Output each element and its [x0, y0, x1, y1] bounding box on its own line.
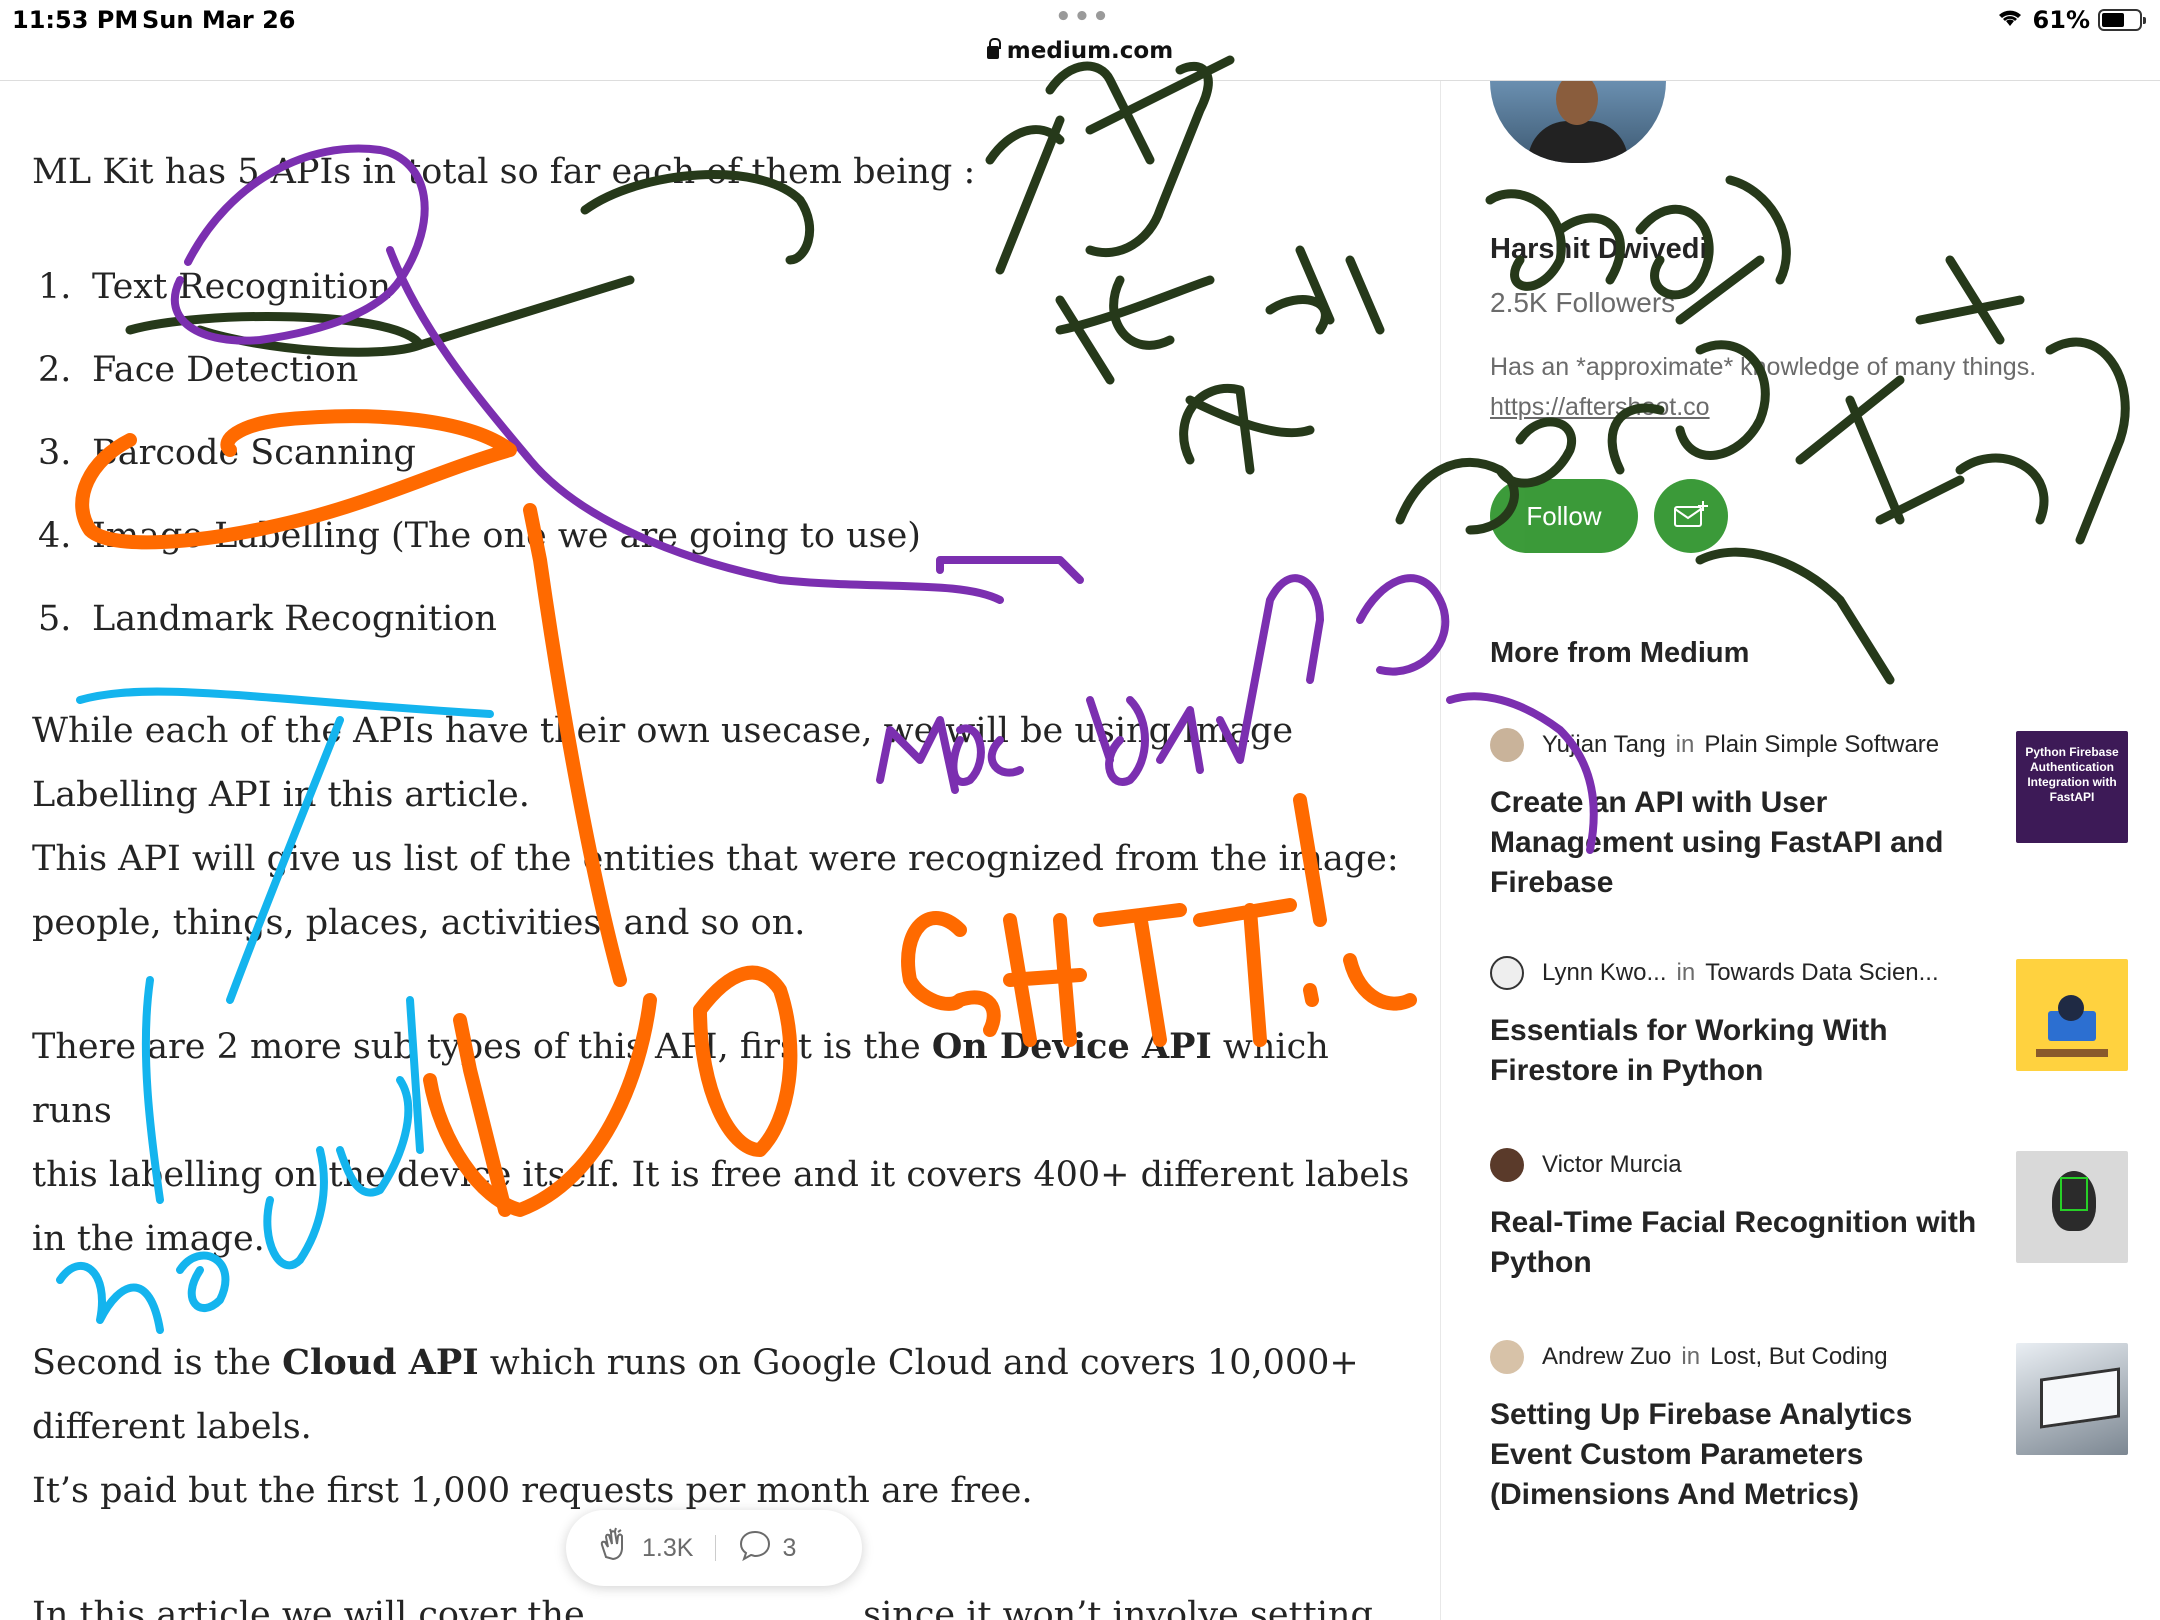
- story-author[interactable]: Victor Murcia: [1542, 1151, 1682, 1179]
- list-item: 2. Face Detection: [32, 329, 1412, 412]
- story-thumbnail[interactable]: Python Firebase Authentication Integrati…: [2016, 731, 2128, 843]
- api-list: 1. Text Recognition 2. Face Detection 3. Ba…: [32, 246, 1412, 661]
- author-name[interactable]: Harshit Dwivedi: [1490, 233, 1708, 266]
- status-time: 11:53 PM: [12, 6, 139, 34]
- status-date: Sun Mar 26: [142, 6, 296, 34]
- paragraph-line: Second is the Cloud API which runs on Go…: [32, 1331, 1412, 1395]
- story-meta: Lynn Kwo... in Towards Data Scien...: [1490, 955, 1939, 991]
- paragraph-line: Labelling API in this article.: [32, 775, 530, 815]
- avatar: [1490, 956, 1524, 990]
- story-thumbnail[interactable]: [2016, 959, 2128, 1071]
- article-body: ML Kit has 5 APIs in total so far each o…: [32, 140, 1412, 1620]
- paragraph-line: different labels.: [32, 1407, 312, 1447]
- avatar: [1490, 728, 1524, 762]
- story-title[interactable]: Setting Up Firebase Analytics Event Cust…: [1490, 1395, 1980, 1515]
- paragraph-line: While each of the APIs have their own us…: [32, 711, 1294, 751]
- story-author[interactable]: Lynn Kwo...: [1542, 959, 1667, 987]
- avatar: [1490, 1340, 1524, 1374]
- story-in: in: [1676, 959, 1696, 986]
- list-number: 5.: [38, 599, 72, 639]
- story-publication[interactable]: Plain Simple Software: [1704, 731, 1939, 759]
- lock-icon: [986, 38, 1001, 59]
- author-bio: Has an *approximate* knowledge of many t…: [1490, 353, 2037, 381]
- paragraph-line: There are 2 more sub types of this API, …: [32, 1015, 1412, 1143]
- list-text: Image Labelling (The one we are going to…: [92, 516, 921, 556]
- url-bar[interactable]: medium.com: [0, 38, 2160, 80]
- story-title[interactable]: Create an API with User Management using…: [1490, 783, 1980, 903]
- battery-icon: [2098, 9, 2146, 31]
- list-text: Barcode Scanning: [92, 433, 416, 473]
- story-title[interactable]: Essentials for Working With Firestore in…: [1490, 1011, 1980, 1091]
- list-number: 2.: [38, 350, 72, 390]
- story-in: in: [1675, 731, 1695, 758]
- author-link[interactable]: https://aftershoot.co: [1490, 393, 1710, 422]
- story-author[interactable]: Yujian Tang: [1542, 731, 1666, 759]
- sidebar-divider: [1440, 81, 1441, 1620]
- follow-button[interactable]: Follow: [1490, 479, 1638, 553]
- article-intro: ML Kit has 5 APIs in total so far each o…: [32, 152, 976, 192]
- text-run: In this article we will cover the: [32, 1595, 596, 1620]
- story-meta: Victor Murcia: [1490, 1147, 1682, 1183]
- url-text: medium.com: [1006, 38, 1174, 64]
- text-run: There are 2 more sub types of this API, …: [32, 1027, 932, 1067]
- follower-count[interactable]: 2.5K Followers: [1490, 287, 1675, 319]
- clap-icon: [596, 1527, 632, 1570]
- text-run: Second is the: [32, 1343, 283, 1383]
- clap-separator: [715, 1535, 717, 1561]
- list-number: 4.: [38, 516, 72, 556]
- list-item: 5. Landmark Recognition: [32, 578, 1412, 661]
- story-publication[interactable]: Lost, But Coding: [1710, 1343, 1887, 1371]
- text-run: since it won’t involve setting: [852, 1595, 1373, 1620]
- list-number: 1.: [38, 267, 72, 307]
- avatar: [1490, 1148, 1524, 1182]
- list-text: Landmark Recognition: [92, 599, 497, 639]
- list-item: 1. Text Recognition: [32, 246, 1412, 329]
- toolbar-divider: [0, 80, 2160, 81]
- author-avatar[interactable]: [1490, 81, 1666, 163]
- responses-button[interactable]: 3: [738, 1528, 796, 1569]
- paragraph-line: This API will give us list of the entiti…: [32, 839, 1399, 879]
- status-right: 61%: [1995, 6, 2146, 34]
- clap-button[interactable]: 1.3K: [596, 1527, 693, 1570]
- paragraph-line: this labelling on the device itself. It …: [32, 1155, 1410, 1195]
- story-publication[interactable]: Towards Data Scien...: [1705, 959, 1938, 987]
- story-in: in: [1681, 1343, 1701, 1370]
- battery-percent: 61%: [2032, 6, 2090, 34]
- bold-term: Cloud API: [282, 1342, 479, 1383]
- story-author[interactable]: Andrew Zuo: [1542, 1343, 1671, 1371]
- multitasking-dots[interactable]: •••: [1055, 2, 1111, 32]
- list-text: Text Recognition: [92, 267, 392, 307]
- comment-icon: [738, 1528, 772, 1569]
- response-count: 3: [782, 1533, 797, 1562]
- thumbnail-text: Python Firebase Authentication Integrati…: [2025, 745, 2119, 804]
- story-meta: Andrew Zuo in Lost, But Coding: [1490, 1339, 1888, 1375]
- subscribe-button[interactable]: [1654, 479, 1728, 553]
- bold-term: On Device API: [931, 1026, 1212, 1067]
- more-from-medium-title: More from Medium: [1490, 637, 1750, 669]
- story-thumbnail[interactable]: [2016, 1343, 2128, 1455]
- list-number: 3.: [38, 433, 72, 473]
- clap-count: 1.3K: [642, 1533, 694, 1562]
- paragraph-line: people, things, places, activities, and …: [32, 903, 806, 943]
- list-item: 4. Image Labelling (The one we are going …: [32, 495, 1412, 578]
- list-item: 3. Barcode Scanning: [32, 412, 1412, 495]
- occluded-text: On Device API: [595, 1595, 852, 1620]
- wifi-icon: [1995, 6, 2025, 34]
- story-thumbnail[interactable]: [2016, 1151, 2128, 1263]
- paragraph-line: In this article we will cover the On Dev…: [32, 1583, 1412, 1620]
- clap-bar: 1.3K 3: [566, 1510, 862, 1586]
- paragraph-line: in the image.: [32, 1219, 265, 1259]
- mail-plus-icon: [1673, 499, 1709, 534]
- story-meta: Yujian Tang in Plain Simple Software: [1490, 727, 1939, 763]
- list-text: Face Detection: [92, 350, 359, 390]
- text-run: which runs on Google Cloud and covers 10…: [478, 1343, 1359, 1383]
- story-title[interactable]: Real-Time Facial Recognition with Python: [1490, 1203, 1980, 1283]
